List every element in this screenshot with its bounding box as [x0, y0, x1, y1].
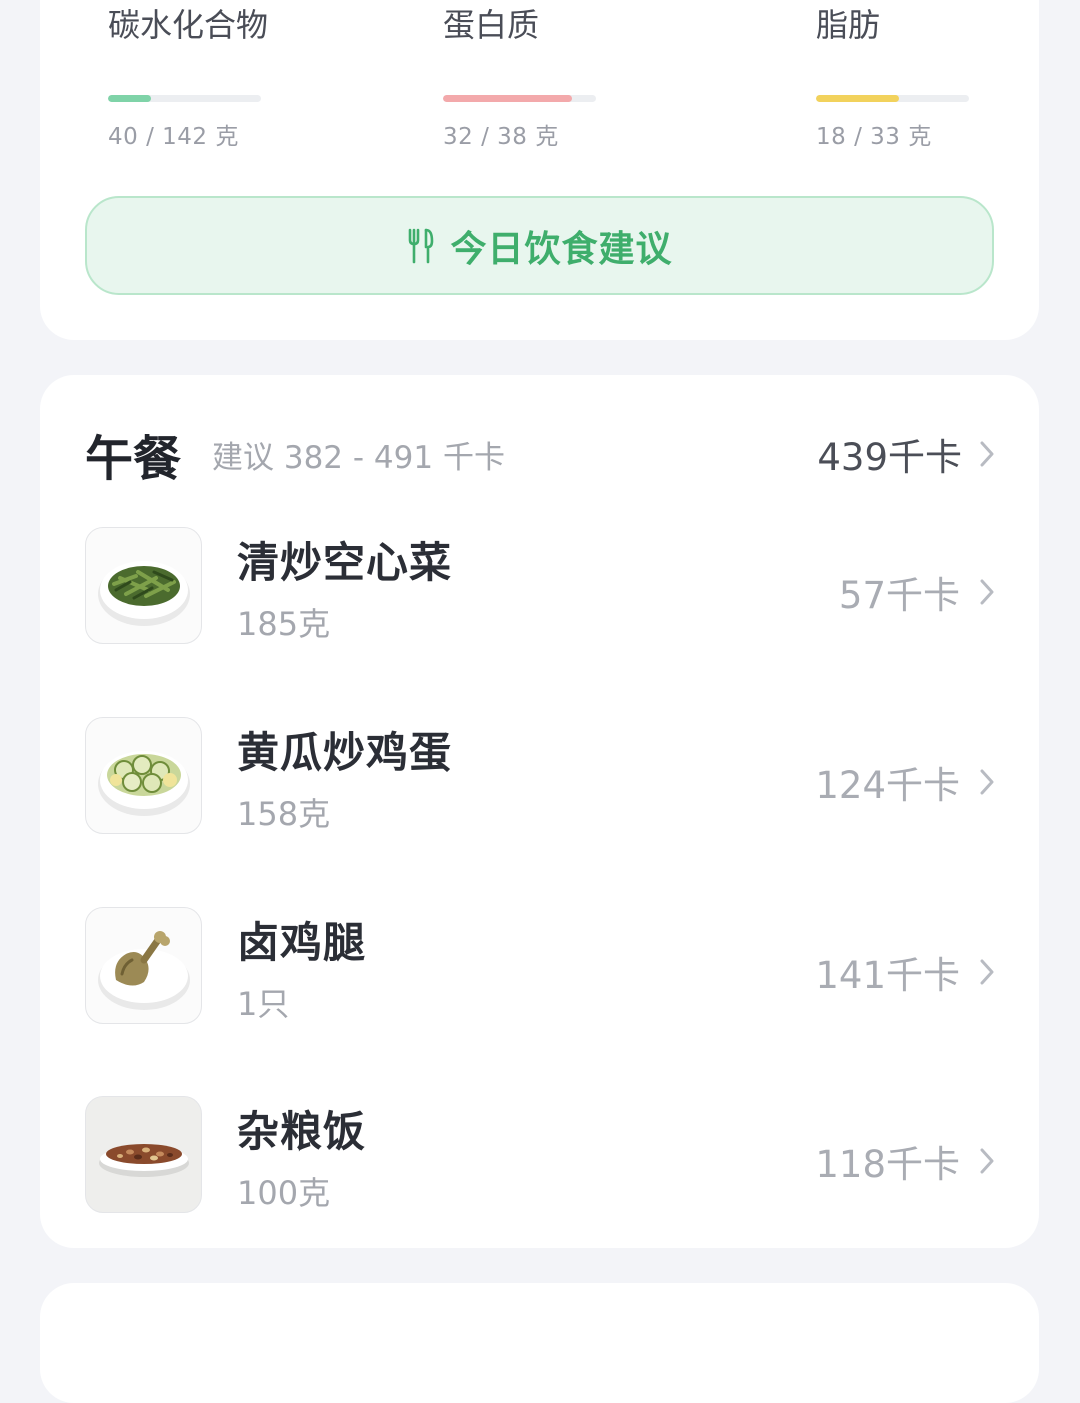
food-image — [85, 717, 202, 834]
chevron-right-icon — [980, 769, 994, 795]
chevron-right-icon — [980, 1148, 994, 1174]
food-name: 黄瓜炒鸡蛋 — [237, 728, 453, 777]
food-calories-value: 118千卡 — [815, 1143, 960, 1186]
food-image — [85, 1096, 202, 1213]
food-item-water-spinach[interactable]: 清炒空心菜 185克 57千卡 — [85, 527, 994, 645]
food-item-chicken-leg[interactable]: 卤鸡腿 1只 141千卡 — [85, 907, 994, 1025]
macro-progress-track — [108, 95, 261, 102]
chevron-right-icon — [980, 441, 994, 467]
food-image — [85, 527, 202, 644]
food-calories: 124千卡 — [815, 755, 994, 809]
macro-progress-fill — [816, 95, 900, 102]
macro-amount: 18 / 33 克 — [816, 124, 932, 150]
chevron-right-icon — [980, 959, 994, 985]
lunch-card: 午餐 建议 382 - 491 千卡 439千卡 清炒空心菜 185克 57千卡 — [40, 375, 1039, 1248]
meal-total-calories[interactable]: 439千卡 — [817, 427, 994, 481]
macro-name: 脂肪 — [816, 6, 881, 44]
meal-total-value: 439千卡 — [817, 436, 962, 479]
macro-progress-fill — [443, 95, 572, 102]
fork-knife-icon — [409, 228, 434, 263]
food-amount: 100克 — [237, 1174, 331, 1212]
food-name: 清炒空心菜 — [237, 538, 453, 587]
chevron-right-icon — [980, 579, 994, 605]
macro-amount: 40 / 142 克 — [108, 124, 239, 150]
food-calories-value: 124千卡 — [815, 764, 960, 807]
food-calories: 57千卡 — [839, 565, 994, 619]
food-image — [85, 907, 202, 1024]
braised-chicken-leg-image — [98, 931, 190, 1010]
macro-progress-track — [443, 95, 596, 102]
macro-name: 碳水化合物 — [108, 6, 269, 44]
food-calories: 118千卡 — [815, 1134, 994, 1188]
macro-name: 蛋白质 — [443, 6, 540, 44]
food-name: 卤鸡腿 — [237, 918, 367, 967]
next-meal-card — [40, 1283, 1039, 1403]
macro-amount: 32 / 38 克 — [443, 124, 559, 150]
cucumber-scrambled-egg-image — [98, 751, 190, 816]
macro-progress-track — [816, 95, 969, 102]
stir-fried-water-spinach-image — [98, 561, 190, 626]
multigrain-rice-image — [99, 1144, 189, 1177]
food-amount: 158克 — [237, 795, 331, 833]
food-calories-value: 141千卡 — [815, 954, 960, 997]
diet-advice-button[interactable]: 今日饮食建议 — [85, 196, 994, 295]
food-name: 杂粮饭 — [237, 1107, 367, 1156]
food-amount: 1只 — [237, 985, 290, 1023]
food-calories-value: 57千卡 — [838, 574, 960, 617]
food-amount: 185克 — [237, 605, 331, 643]
macro-progress-fill — [108, 95, 152, 102]
nutrition-summary-card: 碳水化合物 40 / 142 克 蛋白质 32 / 38 克 脂肪 18 / 3… — [40, 0, 1039, 340]
food-item-cucumber-egg[interactable]: 黄瓜炒鸡蛋 158克 124千卡 — [85, 717, 994, 835]
meal-title: 午餐 — [85, 431, 182, 487]
meal-suggested-range: 建议 382 - 491 千卡 — [212, 440, 505, 476]
diet-advice-label: 今日饮食建议 — [450, 228, 673, 270]
food-calories: 141千卡 — [815, 945, 994, 999]
food-item-multigrain-rice[interactable]: 杂粮饭 100克 118千卡 — [85, 1096, 994, 1214]
